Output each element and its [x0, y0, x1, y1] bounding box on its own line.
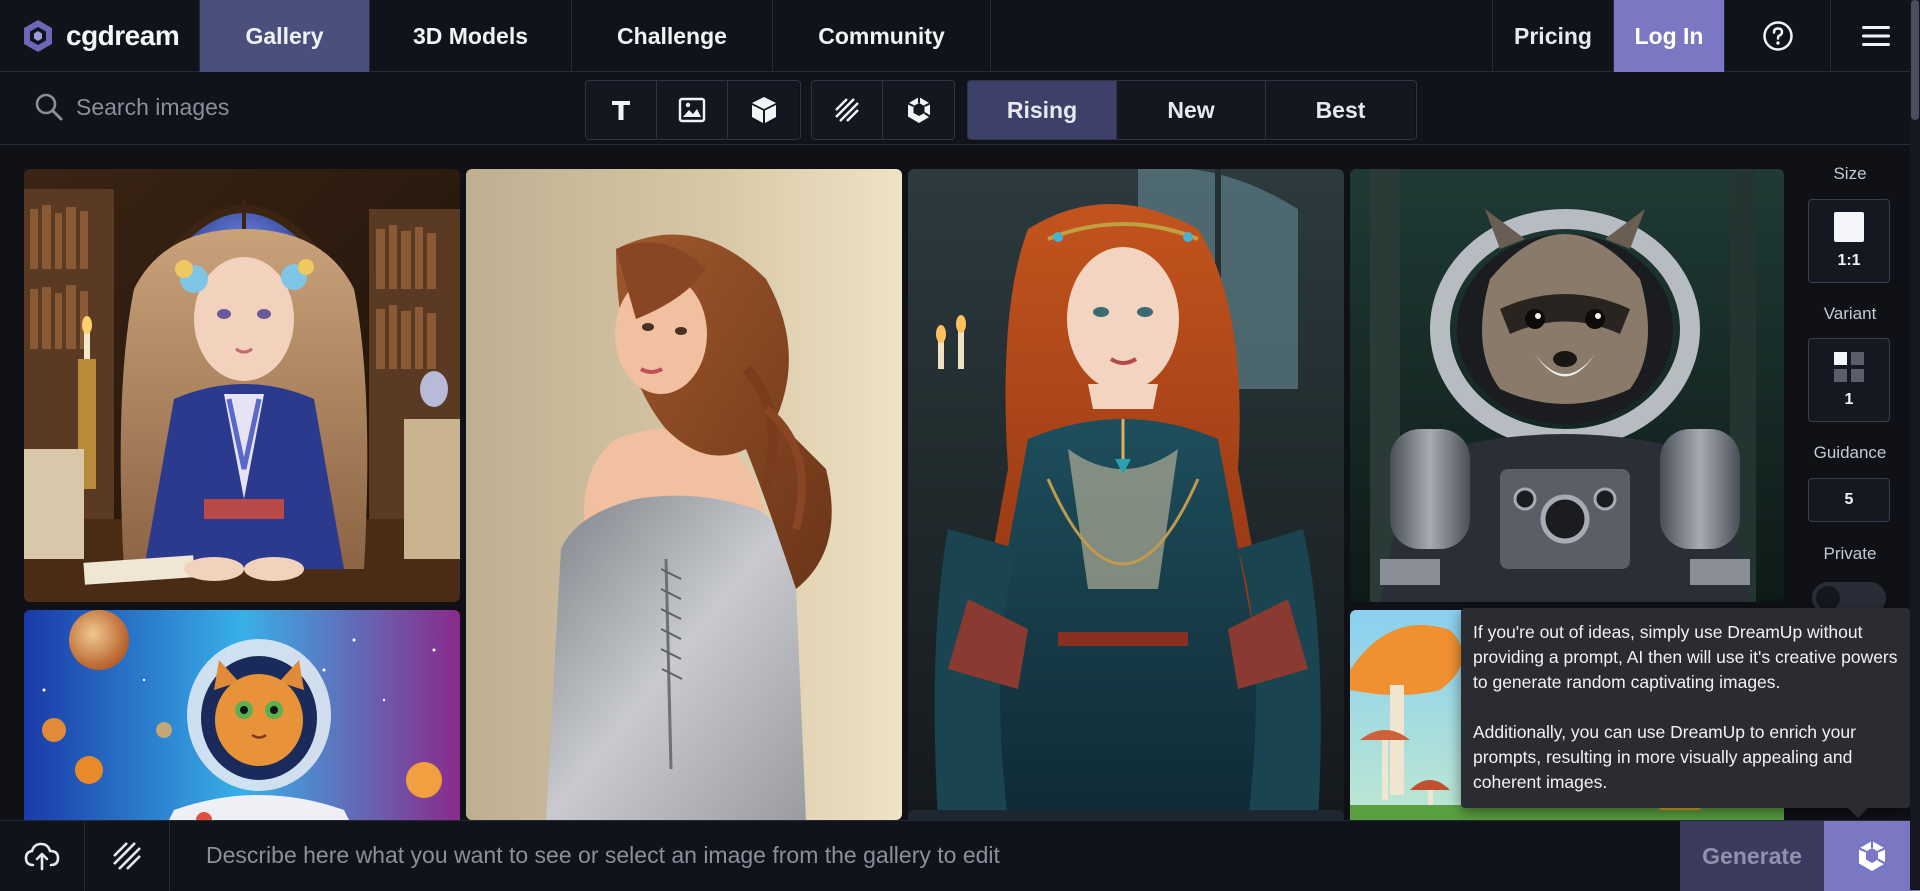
source-filter-group: [811, 80, 955, 140]
square-ratio-icon: [1834, 212, 1864, 242]
dreamup-icon: [1858, 841, 1886, 871]
pricing-link[interactable]: Pricing: [1492, 0, 1613, 72]
gallery-toolbar: Search images Rising New Best: [0, 72, 1920, 145]
woman-portrait-image: [466, 169, 902, 820]
tooltip-arrow: [1846, 806, 1870, 818]
guidance-input[interactable]: 5: [1808, 478, 1890, 522]
sort-best-button[interactable]: Best: [1266, 81, 1415, 139]
tab-gallery[interactable]: Gallery: [200, 0, 370, 72]
filter-style-button[interactable]: [812, 81, 883, 139]
gallery-image[interactable]: [908, 169, 1344, 820]
dreamup-tooltip: If you're out of ideas, simply use Dream…: [1461, 608, 1910, 808]
red-haired-princess-image: [908, 169, 1344, 820]
toggle-knob: [1816, 586, 1840, 610]
tab-challenge[interactable]: Challenge: [572, 0, 773, 72]
search-icon: [35, 93, 63, 121]
gallery-image[interactable]: [24, 169, 460, 602]
prompt-input[interactable]: Describe here what you want to see or se…: [170, 821, 1680, 890]
filter-dreamup-button[interactable]: [883, 81, 954, 139]
sort-group: Rising New Best: [967, 80, 1417, 140]
gallery-image[interactable]: [908, 810, 1344, 820]
private-label: Private: [1823, 544, 1877, 563]
tab-community[interactable]: Community: [773, 0, 991, 72]
cube-icon: [751, 97, 776, 123]
size-label: Size: [1833, 164, 1867, 183]
variant-selector[interactable]: 1: [1808, 338, 1890, 422]
upload-button[interactable]: [0, 821, 85, 891]
size-selector[interactable]: 1:1: [1808, 199, 1890, 283]
tab-3d-models[interactable]: 3D Models: [370, 0, 572, 72]
prompt-bar: Describe here what you want to see or se…: [0, 820, 1920, 891]
brand-name: cgdream: [66, 20, 180, 51]
logo[interactable]: cgdream: [0, 0, 200, 72]
gallery-image[interactable]: [24, 610, 460, 820]
search-placeholder: Search images: [76, 93, 230, 120]
scrollbar-thumb[interactable]: [1911, 0, 1919, 120]
filter-text-button[interactable]: [586, 81, 657, 139]
text-icon: [612, 101, 630, 120]
cgdream-logo-icon: [24, 20, 52, 52]
dreamup-icon: [907, 97, 931, 123]
gallery-image[interactable]: [466, 169, 902, 820]
help-circle-icon: [1762, 21, 1793, 51]
variant-value: 1: [1844, 391, 1854, 408]
stripes-icon: [835, 98, 859, 122]
search-input[interactable]: Search images: [34, 92, 229, 122]
hamburger-menu-icon: [1861, 26, 1890, 46]
sort-new-button[interactable]: New: [1117, 81, 1266, 139]
top-navigation: cgdream Gallery 3D Models Challenge Comm…: [0, 0, 1920, 72]
raccoon-astronaut-image: [1350, 169, 1784, 602]
sort-rising-button[interactable]: Rising: [968, 81, 1117, 139]
style-button[interactable]: [85, 821, 170, 891]
help-button[interactable]: [1724, 0, 1830, 72]
generate-button[interactable]: Generate: [1680, 821, 1824, 891]
gallery-image[interactable]: [1350, 169, 1784, 602]
filter-3d-button[interactable]: [728, 81, 799, 139]
fantasy-library-girl-image: [24, 169, 460, 602]
page-scrollbar[interactable]: [1910, 0, 1920, 890]
guidance-label: Guidance: [1813, 443, 1887, 462]
type-filter-group: [585, 80, 801, 140]
menu-button[interactable]: [1830, 0, 1920, 72]
tooltip-paragraph: If you're out of ideas, simply use Dream…: [1473, 622, 1898, 692]
filter-image-button[interactable]: [657, 81, 728, 139]
size-value: 1:1: [1837, 252, 1861, 269]
prompt-placeholder: Describe here what you want to see or se…: [206, 842, 1000, 868]
cloud-upload-icon: [24, 842, 60, 871]
cat-astronaut-image: [24, 610, 460, 820]
stripes-icon: [113, 842, 141, 870]
login-button[interactable]: Log In: [1613, 0, 1724, 72]
grid-icon: [1834, 352, 1864, 382]
tooltip-paragraph: Additionally, you can use DreamUp to enr…: [1473, 722, 1856, 792]
variant-label: Variant: [1823, 304, 1877, 323]
image-icon: [678, 97, 706, 123]
dreamup-button[interactable]: [1824, 821, 1920, 891]
guidance-value: 5: [1844, 491, 1854, 508]
